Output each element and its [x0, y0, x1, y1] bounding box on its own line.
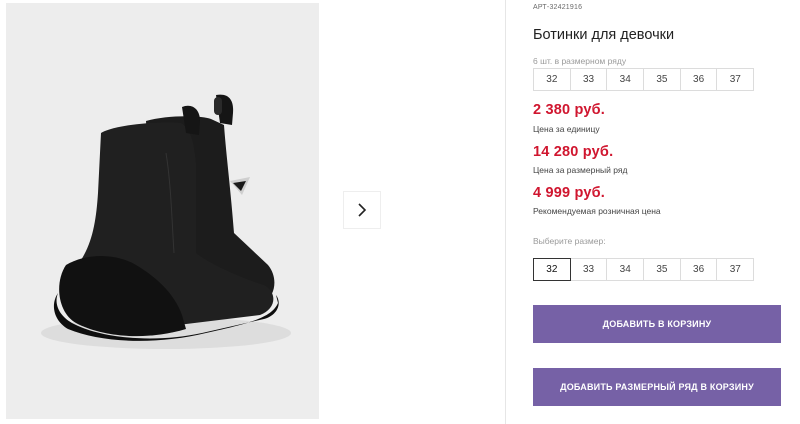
add-series-to-cart-button[interactable]: ДОБАВИТЬ РАЗМЕРНЫЙ РЯД В КОРЗИНУ [533, 368, 781, 406]
unit-price-label: Цена за единицу [533, 124, 600, 134]
series-price-label: Цена за размерный ряд [533, 165, 628, 175]
article-number: АРТ-32421916 [533, 4, 582, 11]
add-to-cart-button[interactable]: ДОБАВИТЬ В КОРЗИНУ [533, 305, 781, 343]
retail-price-label: Рекомендуемая розничная цена [533, 206, 661, 216]
size-option-36[interactable]: 36 [679, 258, 718, 281]
article-value: 32421916 [549, 4, 583, 11]
series-label: 6 шт. в размерном ряду [533, 56, 627, 66]
series-size-cell: 34 [606, 68, 645, 91]
size-option-33[interactable]: 33 [569, 258, 608, 281]
product-gallery [0, 0, 505, 424]
series-size-cell: 37 [716, 68, 755, 91]
product-title: Ботинки для девочки [533, 27, 675, 43]
series-size-cell: 33 [569, 68, 608, 91]
size-option-37[interactable]: 37 [716, 258, 755, 281]
unit-price: 2 380 руб. [533, 102, 606, 118]
article-prefix: АРТ- [533, 4, 550, 11]
choose-size-label: Выберите размер: [533, 236, 606, 246]
series-size-cell: 35 [643, 68, 681, 91]
next-image-button[interactable] [343, 191, 381, 229]
series-price: 14 280 руб. [533, 144, 614, 160]
product-photo[interactable] [6, 3, 319, 419]
size-selector: 32 33 34 35 36 37 [533, 258, 755, 281]
series-size-cell: 36 [679, 68, 718, 91]
series-size-cell: 32 [533, 68, 571, 91]
chevron-right-icon [358, 203, 367, 217]
vertical-divider [505, 0, 506, 424]
boots-image [41, 94, 291, 349]
series-sizes: 32 33 34 35 36 37 [533, 68, 755, 91]
size-option-32[interactable]: 32 [533, 258, 571, 281]
size-option-34[interactable]: 34 [606, 258, 645, 281]
size-option-35[interactable]: 35 [643, 258, 681, 281]
retail-price: 4 999 руб. [533, 185, 606, 201]
